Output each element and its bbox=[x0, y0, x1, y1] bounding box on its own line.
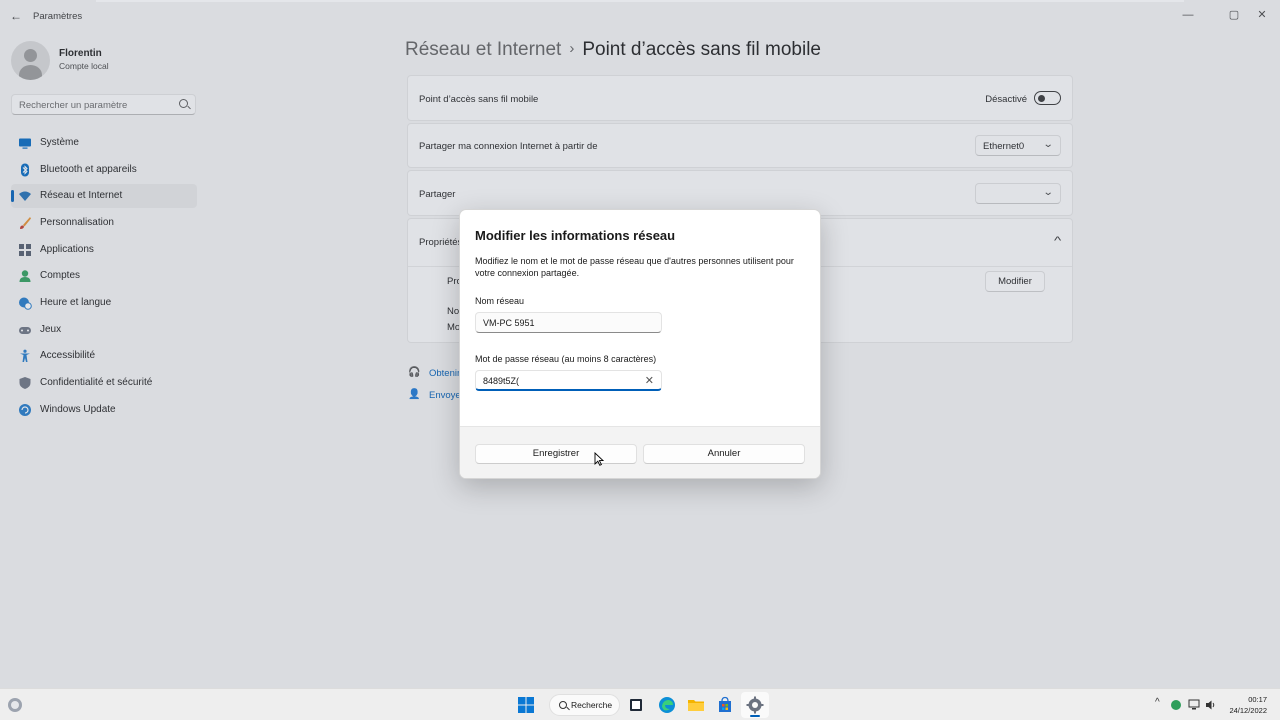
password-field[interactable]: 8489t5Z( ✕ bbox=[475, 370, 662, 391]
settings-taskbar-button[interactable] bbox=[741, 692, 769, 718]
search-icon bbox=[559, 701, 567, 709]
security-tray-icon[interactable] bbox=[1170, 699, 1182, 711]
file-explorer-icon[interactable] bbox=[687, 696, 705, 714]
gear-icon bbox=[746, 696, 764, 714]
edit-network-dialog: Modifier les informations réseau Modifie… bbox=[459, 209, 821, 479]
dialog-description: Modifiez le nom et le mot de passe résea… bbox=[475, 256, 794, 278]
password-label: Mot de passe réseau (au moins 8 caractèr… bbox=[475, 354, 657, 364]
taskbar-search-label: Recherche bbox=[571, 700, 613, 710]
windows-start-icon[interactable] bbox=[517, 696, 535, 714]
dialog-footer: Enregistrer Annuler bbox=[460, 426, 820, 478]
taskbar: Recherche ^ 00:17 24/12/2022 bbox=[0, 688, 1280, 720]
network-name-label: Nom réseau bbox=[475, 296, 525, 306]
save-button[interactable]: Enregistrer bbox=[475, 444, 637, 464]
dialog-title: Modifier les informations réseau bbox=[475, 228, 676, 243]
network-name-field[interactable]: VM-PC 5951 bbox=[475, 312, 662, 333]
edge-icon[interactable] bbox=[658, 696, 676, 714]
widgets-icon[interactable] bbox=[7, 697, 23, 713]
clear-icon[interactable]: ✕ bbox=[645, 374, 654, 387]
tray-overflow-icon[interactable]: ^ bbox=[1155, 697, 1160, 708]
network-tray-icon[interactable] bbox=[1188, 699, 1200, 711]
network-name-value: VM-PC 5951 bbox=[483, 318, 535, 328]
password-value: 8489t5Z( bbox=[483, 376, 520, 386]
task-view-icon[interactable] bbox=[627, 696, 645, 714]
volume-icon[interactable] bbox=[1205, 699, 1217, 711]
taskbar-search[interactable]: Recherche bbox=[549, 694, 620, 716]
cancel-button[interactable]: Annuler bbox=[643, 444, 805, 464]
clock-time[interactable]: 00:17 bbox=[1248, 695, 1267, 704]
clock-date[interactable]: 24/12/2022 bbox=[1229, 706, 1267, 715]
active-app-indicator bbox=[750, 715, 760, 717]
store-icon[interactable] bbox=[716, 696, 734, 714]
